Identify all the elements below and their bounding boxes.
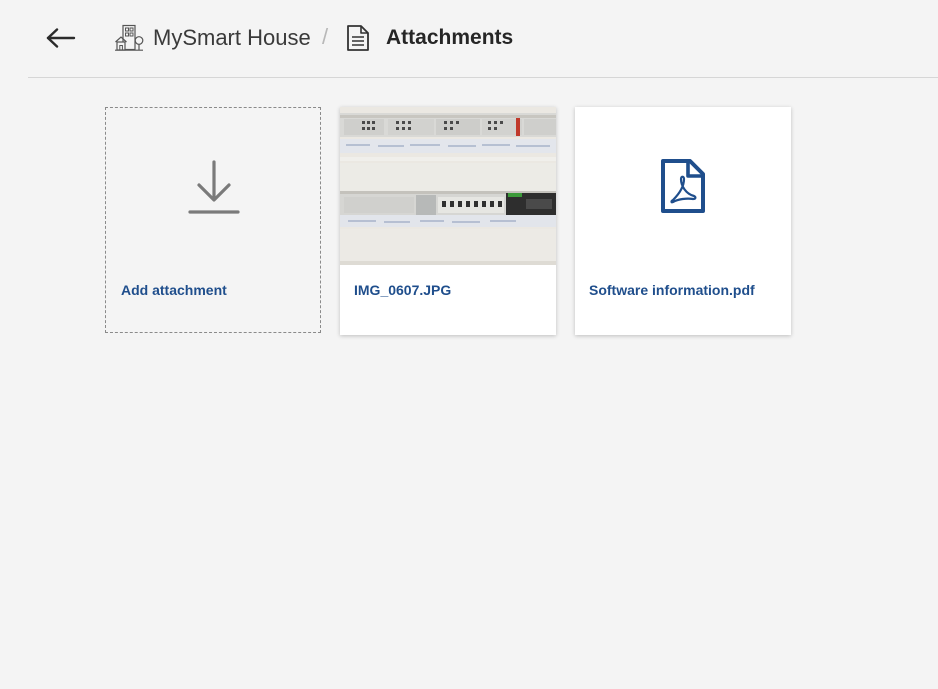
add-attachment-label: Add attachment	[121, 282, 227, 298]
header-divider	[28, 77, 938, 78]
breadcrumb-home-label: MySmart House	[153, 25, 311, 50]
back-button[interactable]	[40, 20, 82, 56]
arrow-left-icon	[46, 28, 76, 48]
breadcrumb-current: Attachments	[345, 22, 513, 54]
add-attachment-button[interactable]: Add attachment	[105, 107, 321, 333]
pdf-file-icon	[661, 159, 705, 213]
attachment-card-image[interactable]: IMG_0607.JPG	[340, 107, 556, 335]
breadcrumb-home[interactable]: MySmart House	[114, 22, 311, 54]
document-icon	[345, 23, 371, 53]
attachment-label-image: IMG_0607.JPG	[354, 282, 452, 298]
attachment-card-pdf[interactable]: Software information.pdf	[575, 107, 791, 335]
page-title: Attachments	[386, 26, 514, 49]
download-arrow-icon	[188, 160, 240, 214]
house-icon	[114, 23, 144, 53]
breadcrumb-separator: /	[322, 24, 329, 49]
image-thumbnail	[340, 107, 556, 265]
attachment-label-pdf: Software information.pdf	[589, 282, 755, 298]
header-bar: MySmart House / Attachments	[0, 0, 938, 77]
